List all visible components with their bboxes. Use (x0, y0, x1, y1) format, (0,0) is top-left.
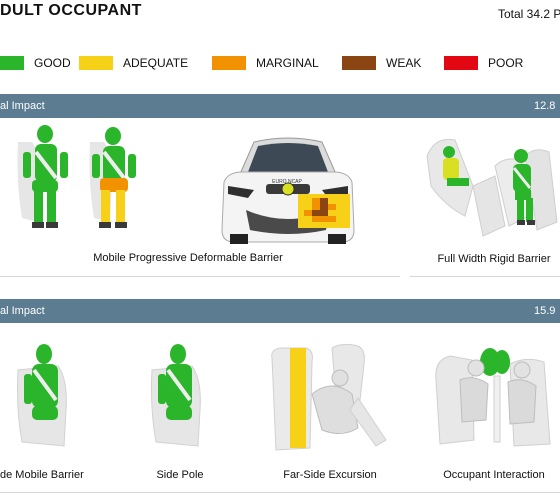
caption-side-pole: Side Pole (156, 469, 204, 481)
legend-marginal-label: MARGINAL (256, 56, 319, 70)
legend-good-swatch (0, 56, 24, 70)
legend-weak: WEAK (342, 56, 421, 70)
car-front-illustration (221, 137, 355, 244)
mpdb-dummies-illustration (17, 125, 136, 228)
lateral-impact-label: al Impact (0, 305, 45, 317)
legend-marginal-swatch (212, 56, 246, 70)
legend-marginal: MARGINAL (212, 56, 319, 70)
frontal-right-divider (410, 276, 560, 277)
legend-weak-label: WEAK (386, 56, 422, 70)
legend-weak-swatch (342, 56, 376, 70)
caption-mpdb: Mobile Progressive Deformable Barrier (93, 252, 283, 264)
legend-good: GOOD (0, 56, 71, 70)
caption-side-mobile-barrier: de Mobile Barrier (0, 469, 84, 481)
caption-far-side-excursion: Far-Side Excursion (283, 469, 377, 481)
occupant-interaction-illustration (435, 348, 551, 447)
lateral-impact-score: 15.9 (534, 305, 556, 317)
frontal-impact-score: 12.8 (534, 100, 556, 112)
legend-adequate-label: ADEQUATE (123, 56, 189, 70)
legend-adequate: ADEQUATE (79, 56, 188, 70)
side-pole-illustration (151, 344, 201, 447)
frontal-impact-bar: al Impact 12.8 (0, 94, 560, 118)
car-euroncap-logo: EURO NCAP (272, 179, 302, 185)
fwrb-illustration (426, 138, 558, 237)
frontal-left-divider (0, 276, 400, 277)
legend-adequate-swatch (79, 56, 113, 70)
total-score: Total 34.2 P (498, 7, 560, 21)
side-mobile-barrier-illustration (17, 344, 67, 447)
frontal-impact-label: al Impact (0, 100, 45, 112)
page-title: DULT OCCUPANT (0, 2, 142, 19)
caption-fwrb: Full Width Rigid Barrier (437, 253, 551, 265)
caption-occupant-interaction: Occupant Interaction (443, 469, 545, 481)
far-side-excursion-illustration (271, 343, 387, 451)
legend-poor-label: POOR (488, 56, 524, 70)
lateral-divider (0, 492, 560, 493)
legend-poor: POOR (444, 56, 523, 70)
legend-poor-swatch (444, 56, 478, 70)
lateral-impact-bar: al Impact 15.9 (0, 299, 560, 323)
legend-good-label: GOOD (34, 56, 71, 70)
